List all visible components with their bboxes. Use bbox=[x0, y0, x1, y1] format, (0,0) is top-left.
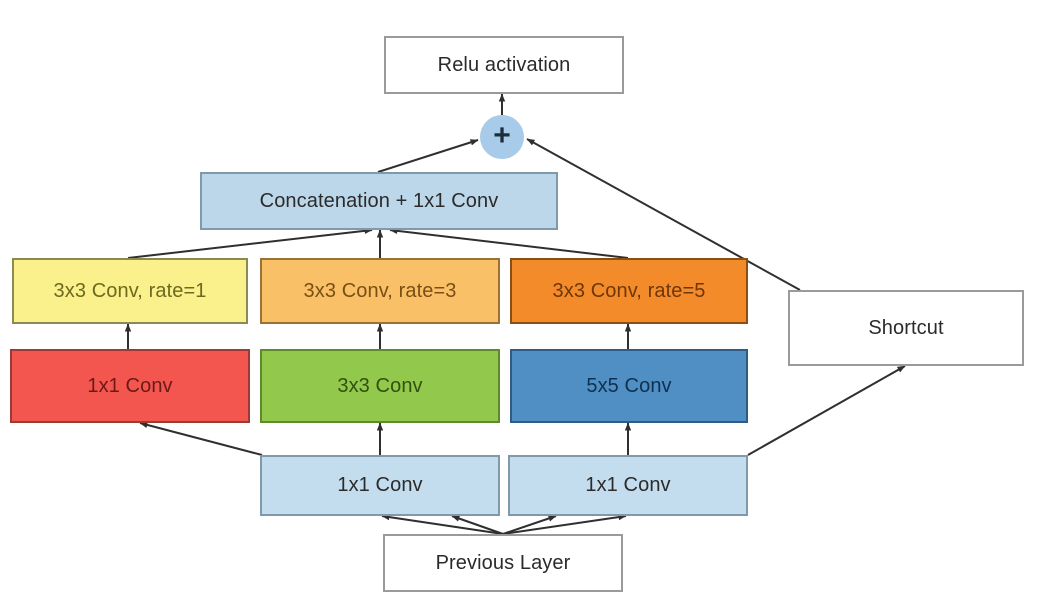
edge-previouslayer-to-bottleneckleft-inner bbox=[451, 515, 504, 535]
node-conv-3x3-green[interactable]: 3x3 Conv bbox=[260, 349, 500, 423]
node-bottleneck-right[interactable]: 1x1 Conv bbox=[508, 455, 748, 516]
node-conv-5x5-blue-label: 5x5 Conv bbox=[586, 374, 672, 397]
node-previous-layer[interactable]: Previous Layer bbox=[383, 534, 623, 592]
node-concatenation-label: Concatenation + 1x1 Conv bbox=[259, 189, 499, 212]
edge-concat-to-add bbox=[377, 139, 479, 173]
node-dilated-conv-rate3[interactable]: 3x3 Conv, rate=3 bbox=[260, 258, 500, 324]
edge-dilated1-to-concat bbox=[127, 227, 373, 259]
edge-bottleneckright-to-shortcut bbox=[747, 365, 906, 456]
node-dilated-conv-rate5[interactable]: 3x3 Conv, rate=5 bbox=[510, 258, 748, 324]
node-previous-layer-label: Previous Layer bbox=[435, 551, 571, 574]
plus-icon: + bbox=[493, 119, 511, 152]
edge-bottleneckleft-to-conv1x1red bbox=[139, 421, 263, 456]
edge-dilated5-to-concat bbox=[389, 227, 629, 259]
edge-previouslayer-to-bottleneckleft-outer bbox=[381, 513, 504, 535]
node-conv-3x3-green-label: 3x3 Conv bbox=[337, 374, 423, 397]
node-add-operator[interactable]: + bbox=[480, 115, 524, 159]
node-conv-1x1-red-label: 1x1 Conv bbox=[87, 374, 173, 397]
diagram-canvas: Relu activation + Concatenation + 1x1 Co… bbox=[0, 0, 1038, 610]
node-dilated-conv-rate5-label: 3x3 Conv, rate=5 bbox=[552, 279, 706, 302]
node-relu-activation[interactable]: Relu activation bbox=[384, 36, 624, 94]
node-conv-5x5-blue[interactable]: 5x5 Conv bbox=[510, 349, 748, 423]
node-bottleneck-left[interactable]: 1x1 Conv bbox=[260, 455, 500, 516]
node-conv-1x1-red[interactable]: 1x1 Conv bbox=[10, 349, 250, 423]
node-dilated-conv-rate1[interactable]: 3x3 Conv, rate=1 bbox=[12, 258, 248, 324]
node-concatenation[interactable]: Concatenation + 1x1 Conv bbox=[200, 172, 558, 230]
node-shortcut[interactable]: Shortcut bbox=[788, 290, 1024, 366]
edge-previouslayer-to-bottleneckright-inner bbox=[502, 515, 557, 535]
node-shortcut-label: Shortcut bbox=[868, 316, 944, 339]
node-bottleneck-right-label: 1x1 Conv bbox=[585, 474, 671, 496]
node-relu-activation-label: Relu activation bbox=[437, 53, 571, 76]
node-dilated-conv-rate1-label: 3x3 Conv, rate=1 bbox=[53, 279, 207, 302]
node-bottleneck-left-label: 1x1 Conv bbox=[337, 474, 423, 496]
node-dilated-conv-rate3-label: 3x3 Conv, rate=3 bbox=[303, 279, 457, 302]
edge-previouslayer-to-bottleneckright-outer bbox=[502, 513, 627, 535]
